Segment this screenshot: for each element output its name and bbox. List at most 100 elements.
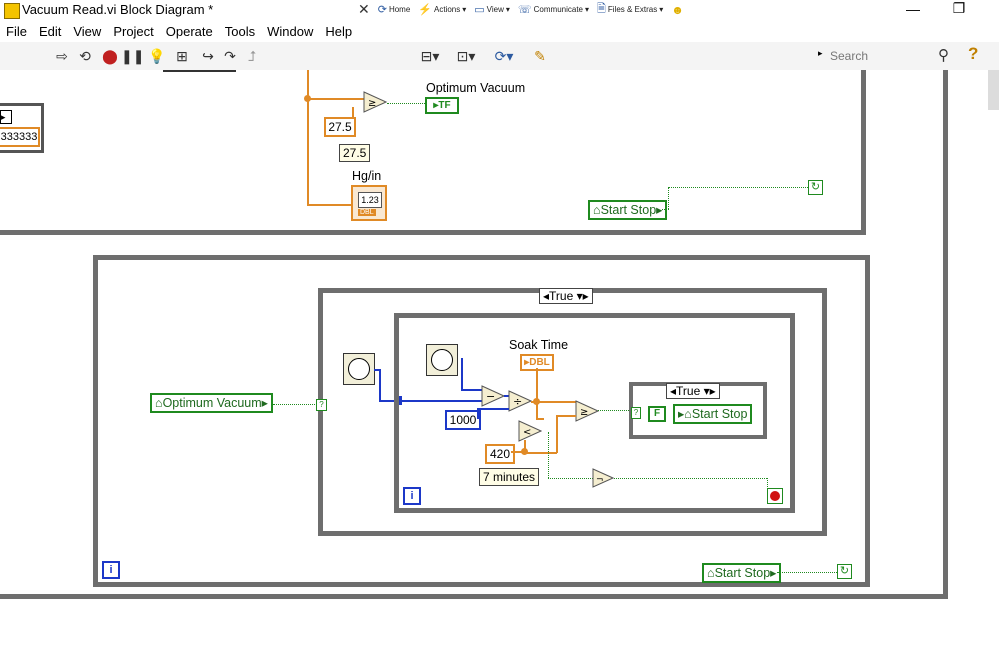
svg-text:¬: ¬	[596, 475, 604, 485]
svg-text:<: <	[523, 427, 531, 438]
boolean-false-constant[interactable]: F	[648, 406, 666, 422]
vi-icon	[4, 3, 20, 19]
optimum-vacuum-indicator[interactable]: ▸TF	[425, 97, 459, 114]
menu-operate[interactable]: Operate	[160, 24, 219, 39]
greater-or-equal-node[interactable]: ≥	[363, 91, 387, 113]
quickbar-home[interactable]: ⟳ Home	[375, 3, 414, 16]
quickbar-files[interactable]: 🗎 Files & Extras ▾	[594, 0, 666, 19]
optimum-vacuum-label: Optimum Vacuum	[426, 81, 526, 95]
menu-tools[interactable]: Tools	[219, 24, 261, 39]
loop-condition-icon[interactable]: ↻	[808, 180, 823, 195]
phone-icon: ☏	[517, 4, 532, 16]
iteration-terminal-inner: i	[403, 487, 421, 505]
stop-terminal[interactable]	[767, 488, 783, 504]
hg-indicator[interactable]: 1.23 DBL	[351, 185, 387, 221]
soak-time-label: Soak Time	[509, 338, 569, 352]
wire-integer	[477, 408, 509, 410]
tick-count-timer-inner-icon[interactable]	[426, 344, 458, 376]
start-stop-local-inner[interactable]: ▸⌂Start Stop	[673, 404, 753, 424]
step-into-icon[interactable]: ↪	[198, 47, 218, 65]
distribute-objects-icon[interactable]: ⊡▾	[456, 47, 476, 65]
search-icon[interactable]: ⚲	[938, 46, 949, 64]
subtract-node[interactable]: −	[481, 385, 505, 407]
wire-boolean	[273, 404, 317, 405]
menu-window[interactable]: Window	[261, 24, 319, 39]
minimize-button[interactable]: —	[903, 1, 923, 17]
wire-boolean	[662, 209, 669, 210]
help-icon[interactable]: ?	[968, 44, 978, 64]
menu-edit[interactable]: Edit	[33, 24, 67, 39]
outer-loop-bottom-border	[0, 594, 948, 599]
run-continuously-icon[interactable]: ⟲	[75, 47, 95, 65]
start-stop-local-top[interactable]: ⌂Start Stop▸	[588, 200, 668, 220]
window-title: Vacuum Read.vi Block Diagram *	[22, 2, 214, 17]
retain-wire-values-icon[interactable]: ⊞	[172, 47, 192, 65]
less-than-node[interactable]: <	[518, 420, 542, 442]
label-7-minutes: 7 minutes	[479, 468, 540, 486]
align-objects-icon[interactable]: ⊟▾	[420, 47, 440, 65]
top-node-edge	[163, 70, 236, 72]
numeric-constant-1000[interactable]: 1000	[445, 410, 481, 430]
run-icon[interactable]: ⇨	[52, 47, 72, 65]
not-node[interactable]: ¬	[592, 468, 614, 488]
wire-boolean	[387, 103, 425, 104]
wire-boolean	[668, 187, 669, 209]
tick-count-timer-icon[interactable]	[343, 353, 375, 385]
clean-up-diagram-icon[interactable]: ✎	[530, 47, 550, 65]
lightning-icon: ⚡	[418, 4, 432, 16]
start-stop-local-bottom[interactable]: ⌂Start Stop▸	[702, 563, 782, 583]
svg-text:−: −	[486, 390, 495, 403]
reorder-icon[interactable]: ⟳▾	[494, 47, 514, 65]
index-arrow-icon: ▸	[0, 110, 12, 124]
numeric-constant-27-5[interactable]: 27.5	[324, 117, 356, 137]
inner-case-selector[interactable]: ◂True ▾▸	[666, 383, 720, 399]
top-loop-bottom-border	[0, 230, 866, 235]
svg-text:≥: ≥	[368, 98, 376, 109]
wire-boolean	[777, 572, 837, 573]
menu-file[interactable]: File	[0, 24, 33, 39]
pause-icon[interactable]: ❚❚	[121, 47, 144, 65]
step-out-icon[interactable]: ⮥	[242, 47, 262, 65]
case-selector-terminal[interactable]: ?	[316, 399, 327, 411]
divide-node[interactable]: ÷	[508, 390, 532, 412]
search-expand-icon[interactable]: ▸	[818, 48, 823, 59]
view-icon: ▭	[474, 4, 485, 16]
hg-value: 1.23	[358, 192, 382, 208]
wire-boolean	[668, 187, 808, 188]
restore-button[interactable]: ❐	[949, 0, 969, 17]
scrollbar[interactable]	[988, 70, 999, 110]
outer-case-selector[interactable]: ◂True ▾▸	[539, 288, 593, 304]
menu-view[interactable]: View	[67, 24, 107, 39]
wire-junction	[533, 398, 540, 405]
array-constant[interactable]: ▸ 333333	[0, 103, 44, 153]
wire-double	[536, 368, 538, 402]
hg-type: DBL	[358, 209, 376, 216]
wire-boolean	[614, 478, 767, 479]
close-icon[interactable]: ✕	[355, 1, 373, 18]
wire-boolean	[598, 410, 631, 411]
outer-loop-right-border	[943, 70, 948, 599]
step-over-icon[interactable]: ↷	[220, 47, 240, 65]
loop-condition-bottom-icon[interactable]: ↻	[837, 564, 852, 579]
wire-integer	[461, 389, 483, 391]
quickbar-view[interactable]: ▭ View ▾	[471, 3, 513, 16]
abort-icon[interactable]: ⬤	[100, 47, 120, 65]
files-icon: 🗎	[597, 3, 606, 15]
menu-help[interactable]: Help	[319, 24, 358, 39]
smiley-icon[interactable]: ☻	[668, 3, 687, 17]
wire-double	[307, 204, 352, 206]
block-diagram-canvas[interactable]: ▸ 333333 ≥ 27.5 27.5 Optimum Vacuum ▸TF …	[0, 70, 999, 664]
inner-case-selector-terminal[interactable]: ?	[631, 407, 641, 419]
highlight-execution-icon[interactable]: 💡	[147, 47, 167, 65]
menu-project[interactable]: Project	[107, 24, 159, 39]
optimum-vacuum-local[interactable]: ⌂Optimum Vacuum▸	[150, 393, 273, 413]
wire-double	[525, 452, 557, 454]
svg-text:÷: ÷	[513, 395, 522, 408]
greater-or-equal-inner-node[interactable]: ≥	[575, 400, 599, 422]
top-loop-right-border	[861, 70, 866, 235]
numeric-constant-420[interactable]: 420	[485, 444, 515, 464]
quick-toolbar: ✕ ⟳ Home ⚡ Actions ▾ ▭ View ▾ ☏ Communicate ▾ 🗎…	[355, 0, 687, 19]
quickbar-actions[interactable]: ⚡ Actions ▾	[415, 3, 469, 16]
wire-integer	[461, 358, 463, 390]
quickbar-communicate[interactable]: ☏ Communicate ▾	[515, 3, 592, 16]
